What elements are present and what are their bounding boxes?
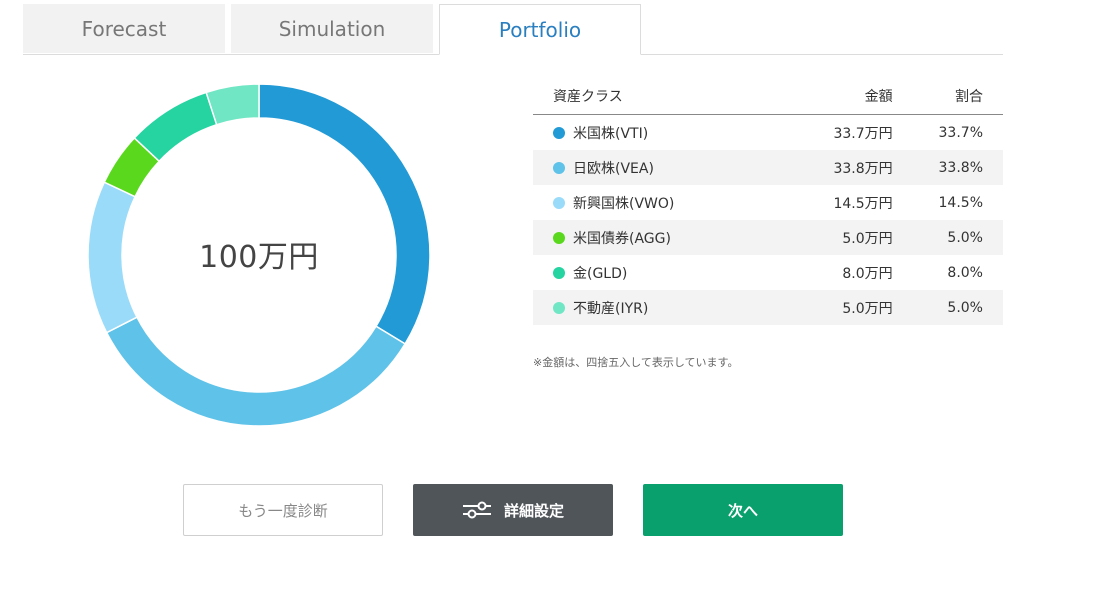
asset-name-cell: 新興国株(VWO) <box>533 193 773 213</box>
tab-portfolio[interactable]: Portfolio <box>439 4 641 55</box>
detail-settings-button[interactable]: 詳細設定 <box>413 484 613 536</box>
asset-name: 不動産(IYR) <box>573 300 649 317</box>
amount-cell: 8.0万円 <box>842 265 893 282</box>
table-row: 米国株(VTI) 33.7万円 33.7% <box>533 115 1003 150</box>
table-row: 金(GLD) 8.0万円 8.0% <box>533 255 1003 290</box>
next-label: 次へ <box>727 501 758 520</box>
table-row: 米国債券(AGG) 5.0万円 5.0% <box>533 220 1003 255</box>
donut-total-label: 100万円 <box>199 240 319 275</box>
asset-name-cell: 不動産(IYR) <box>533 298 773 318</box>
ratio-cell: 33.7% <box>938 124 983 141</box>
allocation-table: 資産クラス 金額 割合 米国株(VTI) 33.7万円 33.7% 日欧株(VEA) 3… <box>533 78 1003 325</box>
amount-cell: 33.8万円 <box>833 160 893 177</box>
tab-bar: Forecast Simulation Portfolio <box>23 4 1003 55</box>
asset-name-cell: 日欧株(VEA) <box>533 158 773 178</box>
asset-name-cell: 米国債券(AGG) <box>533 228 773 248</box>
asset-name: 新興国株(VWO) <box>573 195 675 212</box>
header-ratio: 割合 <box>955 89 983 105</box>
asset-name: 日欧株(VEA) <box>573 160 654 177</box>
legend-dot-icon <box>553 231 565 244</box>
table-row: 新興国株(VWO) 14.5万円 14.5% <box>533 185 1003 220</box>
next-button[interactable]: 次へ <box>643 484 843 536</box>
amount-cell: 5.0万円 <box>842 230 893 247</box>
asset-name: 米国債券(AGG) <box>573 230 671 247</box>
amount-cell: 14.5万円 <box>833 195 893 212</box>
donut-slice-1 <box>105 316 407 426</box>
retry-diagnosis-label: もう一度診断 <box>238 501 328 520</box>
table-row: 日欧株(VEA) 33.8万円 33.8% <box>533 150 1003 185</box>
sliders-icon <box>462 501 491 519</box>
ratio-cell: 8.0% <box>947 264 983 281</box>
header-asset-class: 資産クラス <box>553 89 623 105</box>
donut-slice-5 <box>205 84 260 126</box>
table-header: 資産クラス 金額 割合 <box>533 78 1003 115</box>
donut-slice-0 <box>258 84 430 345</box>
legend-dot-icon <box>553 196 565 209</box>
tab-simulation[interactable]: Simulation <box>231 4 433 53</box>
asset-name-cell: 米国株(VTI) <box>533 123 773 143</box>
legend-dot-icon <box>553 161 565 174</box>
amount-cell: 33.7万円 <box>833 125 893 142</box>
detail-settings-label: 詳細設定 <box>503 501 564 520</box>
legend-dot-icon <box>553 266 565 279</box>
legend-dot-icon <box>553 126 565 139</box>
ratio-cell: 33.8% <box>938 159 983 176</box>
legend-dot-icon <box>553 301 565 314</box>
asset-name-cell: 金(GLD) <box>533 263 773 283</box>
ratio-cell: 5.0% <box>947 299 983 316</box>
asset-name: 金(GLD) <box>573 265 628 282</box>
table-row: 不動産(IYR) 5.0万円 5.0% <box>533 290 1003 325</box>
amount-cell: 5.0万円 <box>842 300 893 317</box>
tab-forecast[interactable]: Forecast <box>23 4 225 53</box>
header-amount: 金額 <box>864 89 893 105</box>
ratio-cell: 14.5% <box>938 194 983 211</box>
retry-diagnosis-button[interactable]: もう一度診断 <box>183 484 383 536</box>
rounding-note: ※金額は、四捨五入して表示しています。 <box>533 356 739 369</box>
asset-name: 米国株(VTI) <box>573 125 649 142</box>
ratio-cell: 5.0% <box>947 229 983 246</box>
